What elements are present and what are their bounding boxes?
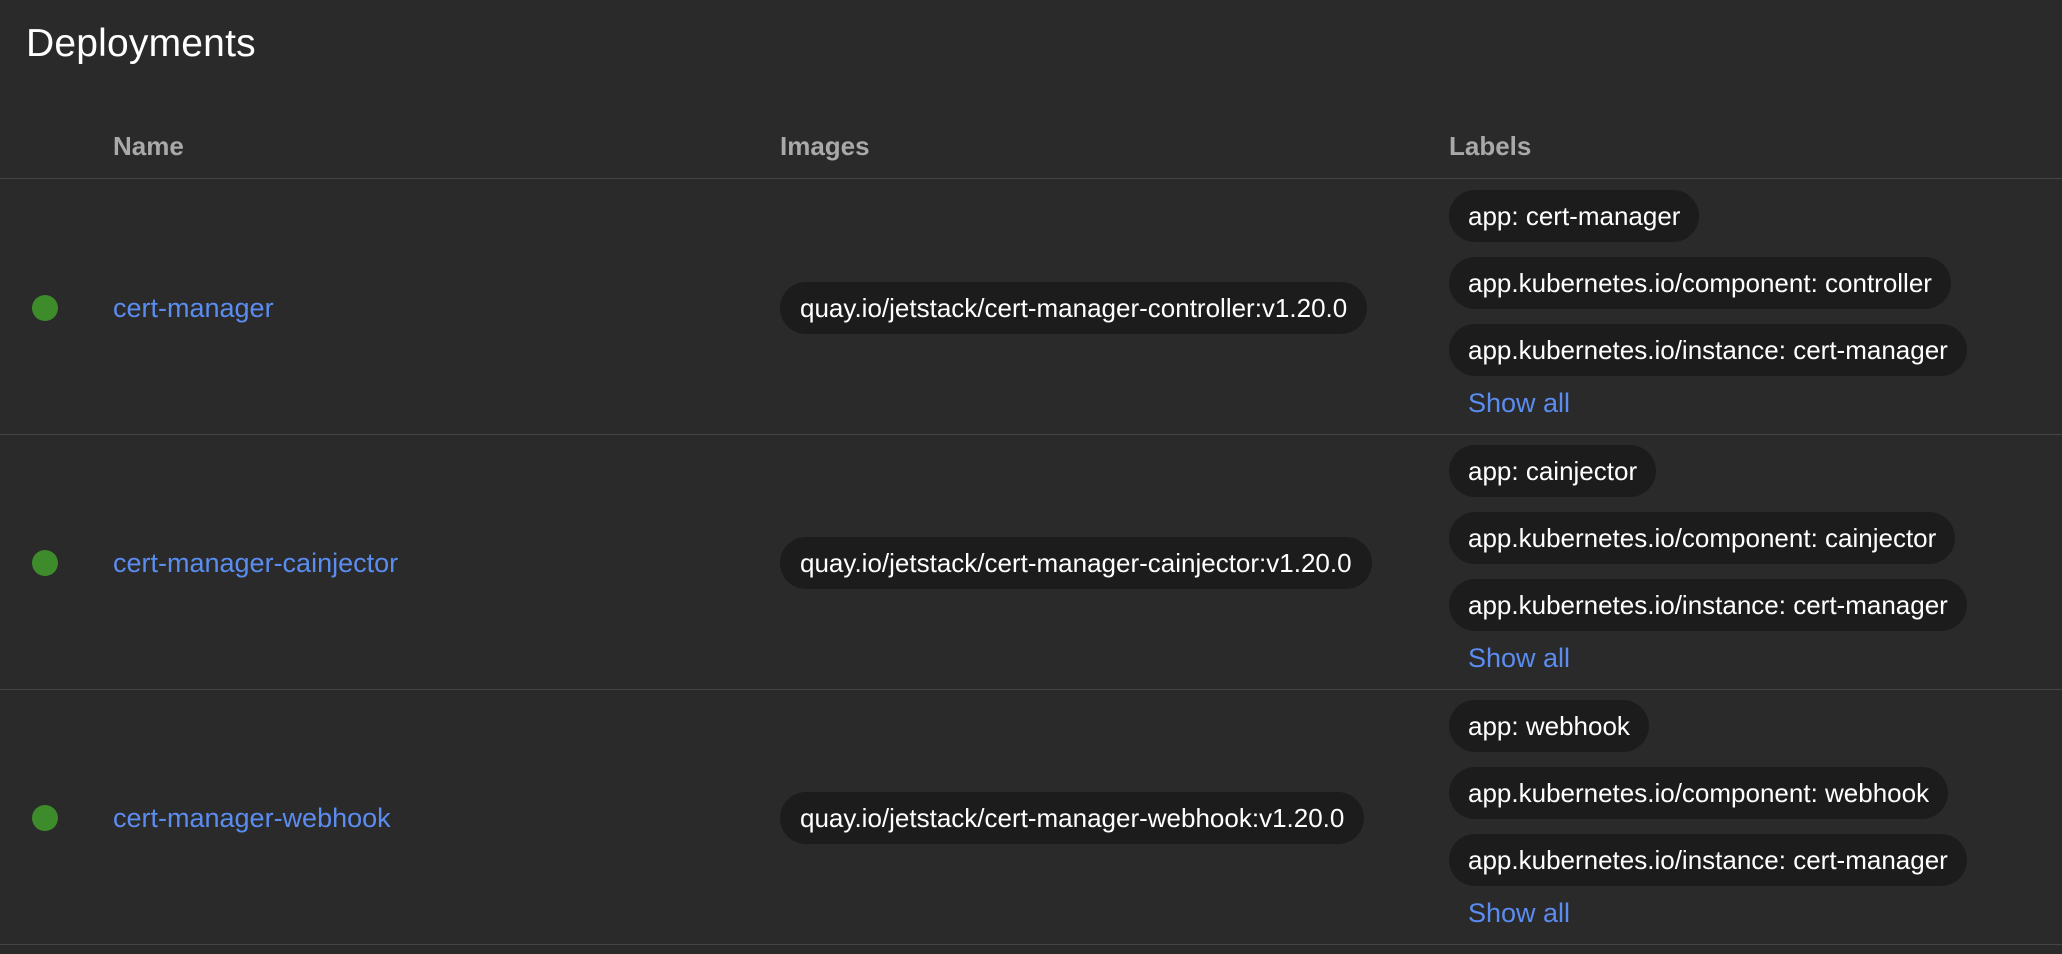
column-header-name[interactable]: Name	[113, 126, 184, 166]
label-chip: app: webhook	[1449, 700, 1649, 752]
deployments-page: Deployments Name Images Labels cert-mana…	[0, 0, 2062, 954]
label-chip: app.kubernetes.io/instance: cert-manager	[1449, 579, 1967, 631]
table-header: Name Images Labels	[0, 118, 2062, 179]
show-all-labels-link[interactable]: Show all	[1468, 640, 1570, 676]
deployment-name-link[interactable]: cert-manager	[113, 290, 274, 326]
status-running-icon	[32, 550, 58, 576]
show-all-labels-link[interactable]: Show all	[1468, 385, 1570, 421]
label-chip: app.kubernetes.io/instance: cert-manager	[1449, 324, 1967, 376]
show-all-labels-link[interactable]: Show all	[1468, 895, 1570, 931]
column-header-images: Images	[780, 131, 870, 161]
labels-cell: app: webhook app.kubernetes.io/component…	[1449, 700, 1967, 931]
image-chip: quay.io/jetstack/cert-manager-controller…	[780, 282, 1368, 334]
labels-cell: app: cainjector app.kubernetes.io/compon…	[1449, 445, 1967, 676]
image-chip: quay.io/jetstack/cert-manager-cainjector…	[780, 537, 1372, 589]
table-row: cert-manager-webhook quay.io/jetstack/ce…	[0, 690, 2062, 945]
column-header-labels: Labels	[1449, 131, 1532, 161]
table-row: cert-manager-cainjector quay.io/jetstack…	[0, 435, 2062, 690]
label-chip: app.kubernetes.io/component: cainjector	[1449, 512, 1956, 564]
page-title: Deployments	[26, 22, 256, 65]
label-chip: app: cert-manager	[1449, 190, 1700, 242]
label-chip: app.kubernetes.io/component: webhook	[1449, 767, 1949, 819]
status-running-icon	[32, 805, 58, 831]
status-running-icon	[32, 295, 58, 321]
deployment-name-link[interactable]: cert-manager-cainjector	[113, 545, 398, 581]
deployment-name-link[interactable]: cert-manager-webhook	[113, 800, 391, 836]
label-chip: app.kubernetes.io/component: controller	[1449, 257, 1951, 309]
labels-cell: app: cert-manager app.kubernetes.io/comp…	[1449, 190, 1967, 421]
deployments-table-body: cert-manager quay.io/jetstack/cert-manag…	[0, 180, 2062, 945]
table-row: cert-manager quay.io/jetstack/cert-manag…	[0, 180, 2062, 435]
label-chip: app: cainjector	[1449, 445, 1657, 497]
label-chip: app.kubernetes.io/instance: cert-manager	[1449, 834, 1967, 886]
image-chip: quay.io/jetstack/cert-manager-webhook:v1…	[780, 792, 1365, 844]
